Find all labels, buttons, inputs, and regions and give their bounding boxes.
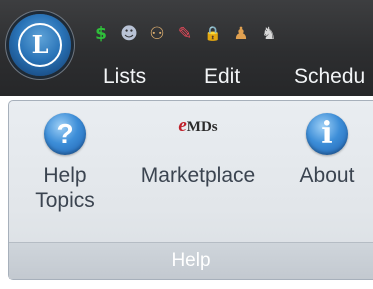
schedule-icon[interactable]: ✎ [172,21,198,47]
help-topics-label-line2: Topics [35,189,95,212]
help-topics-button[interactable]: ? Help Topics [29,113,101,213]
emds-logo-icon: eMDs [178,115,218,136]
orb-logo-icon: L [18,23,62,67]
about-button[interactable]: i About [287,113,367,188]
marketplace-button[interactable]: eMDs Marketplace [125,113,271,188]
menu-bar: Lists Edit Schedu [0,62,373,92]
dollar-icon[interactable]: $ [88,21,114,47]
lock-icon[interactable]: 🔒 [200,21,226,47]
user-search-icon[interactable]: ♞ [256,21,282,47]
help-icon: ? [44,113,86,155]
menu-item-schedule[interactable]: Schedu [294,62,365,92]
group-label-help: Help [9,242,373,279]
about-label: About [299,164,355,187]
ribbon-panel: ? Help Topics eMDs Marketplace i About H… [0,96,373,289]
menu-item-edit[interactable]: Edit [204,62,240,92]
help-topics-label-line1: Help [43,164,87,187]
people-icon[interactable]: ⚇ [144,21,170,47]
menu-item-lists[interactable]: Lists [103,62,146,92]
marketplace-label: Marketplace [140,164,256,187]
ribbon-group-help: ? Help Topics eMDs Marketplace i About H… [8,100,373,280]
info-icon: i [306,113,348,155]
user-icon[interactable]: ♟ [228,21,254,47]
person-icon[interactable]: ☻ [116,21,142,47]
quick-access-toolbar: $ ☻ ⚇ ✎ 🔒 ♟ ♞ [88,21,282,47]
title-bar: L $ ☻ ⚇ ✎ 🔒 ♟ ♞ Lists Edit Schedu [0,0,373,96]
